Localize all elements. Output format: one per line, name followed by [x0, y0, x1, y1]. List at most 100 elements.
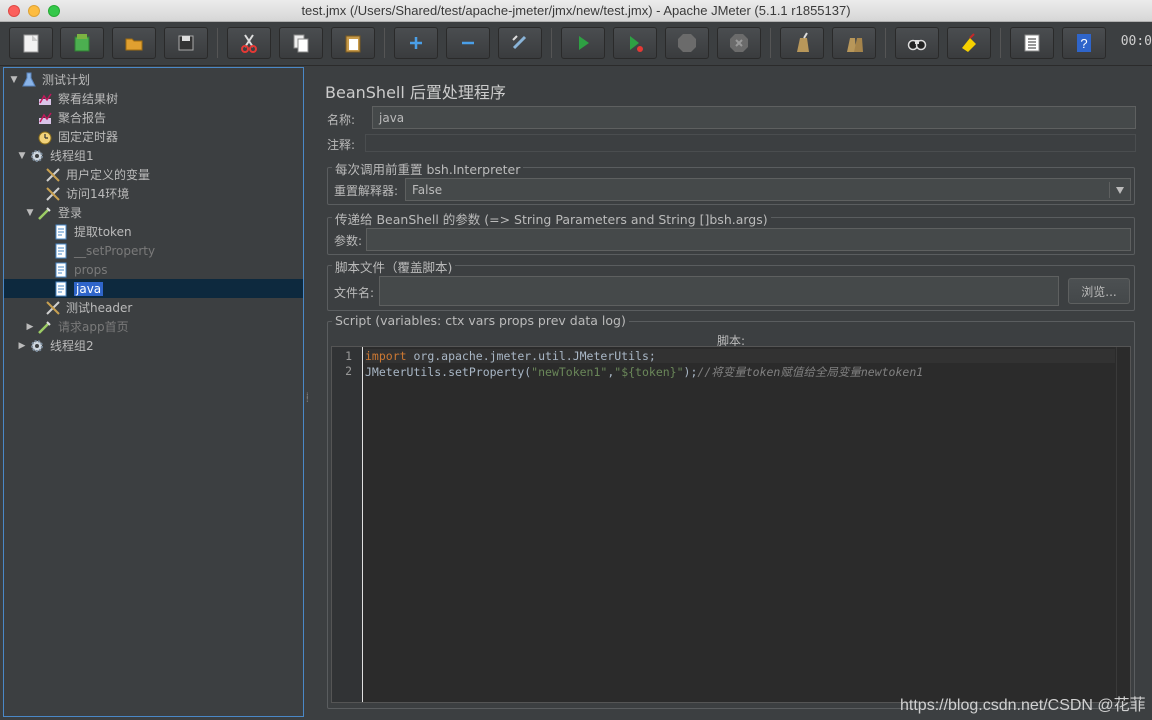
expand-all-button[interactable] [394, 27, 438, 59]
post-processor-icon [52, 224, 70, 240]
page-title: BeanShell 后置处理程序 [325, 83, 506, 102]
post-processor-icon [52, 243, 70, 259]
reset-interpreter-group: 每次调用前重置 bsh.Interpreter 重置解释器: False [327, 159, 1135, 205]
line-number: 2 [345, 364, 352, 378]
toolbar: ? 00:0 [0, 22, 1152, 66]
start-no-pause-button[interactable] [613, 27, 657, 59]
reset-interpreter-value: False [412, 182, 443, 197]
tree-item-label: 登录 [58, 206, 83, 220]
tree-item-label: 线程组1 [50, 149, 94, 163]
open-button[interactable] [112, 27, 156, 59]
collapse-all-button[interactable] [446, 27, 490, 59]
copy-icon [293, 34, 309, 53]
splitter-grip-icon[interactable]: ⁞ ⁞ [306, 392, 309, 404]
new-icon [23, 34, 39, 53]
reset-interpreter-select[interactable]: False [405, 178, 1131, 201]
reset-interpreter-group-title: 每次调用前重置 bsh.Interpreter [332, 159, 524, 178]
comment-label: 注释: [327, 138, 356, 152]
parameters-field[interactable] [366, 228, 1131, 251]
search-button[interactable] [895, 27, 939, 59]
start-button[interactable] [561, 27, 605, 59]
function-helper-button[interactable] [1010, 27, 1054, 59]
tree-item[interactable]: ▼ 测试计划 [4, 70, 303, 89]
test-plan-tree[interactable]: ▼ 测试计划察看结果树聚合报告固定定时器 ▼ 线程组1 用户定义的变量访问14环境 ▼ 登录… [3, 67, 304, 717]
new-button[interactable] [9, 27, 53, 59]
elapsed-timer: 00:0 [1120, 34, 1152, 49]
window-titlebar: test.jmx (/Users/Shared/test/apache-jmet… [0, 0, 1152, 22]
tree-item-label: 提取token [74, 225, 132, 239]
tree-item-label: java [74, 281, 104, 296]
tree-item[interactable]: 提取token [4, 222, 303, 241]
tree-item[interactable]: 聚合报告 [4, 108, 303, 127]
reset-search-button[interactable] [947, 27, 991, 59]
tree-item[interactable]: 固定定时器 [4, 127, 303, 146]
templates-button[interactable] [60, 27, 104, 59]
tree-item[interactable]: 用户定义的变量 [4, 165, 303, 184]
collapse-icon [462, 41, 474, 45]
gear-icon [28, 338, 46, 354]
code-line: JMeterUtils.setProperty("newToken1","${t… [365, 365, 924, 379]
parameters-label: 参数: [334, 234, 363, 248]
expanded-toggle-icon[interactable]: ▼ [16, 151, 28, 161]
code-line: import org.apache.jmeter.util.JMeterUtil… [365, 349, 1115, 363]
window-title: test.jmx (/Users/Shared/test/apache-jmet… [301, 3, 851, 18]
name-field[interactable]: java [372, 106, 1136, 129]
tree-item-label: 测试计划 [42, 73, 91, 87]
line-number-gutter: 1 2 [332, 347, 363, 702]
clear-button[interactable] [780, 27, 824, 59]
expanded-toggle-icon[interactable]: ▼ [8, 75, 20, 85]
tree-item-label: props [74, 262, 108, 277]
toggle-icon [512, 35, 527, 50]
post-processor-icon [52, 281, 70, 297]
script-editor[interactable]: 1 2 import org.apache.jmeter.util.JMeter… [331, 346, 1131, 703]
tree-item-label: 请求app首页 [58, 320, 129, 334]
cut-icon [241, 34, 257, 53]
start-icon [579, 36, 589, 50]
tree-item[interactable]: 访问14环境 [4, 184, 303, 203]
copy-button[interactable] [279, 27, 323, 59]
cut-button[interactable] [227, 27, 271, 59]
reset-search-icon [962, 33, 976, 52]
clear-all-icon [847, 38, 863, 52]
paste-icon [345, 35, 361, 53]
watermark: https://blog.csdn.net/CSDN @花菲菲21 [900, 697, 1146, 714]
paste-button[interactable] [331, 27, 375, 59]
config-tools-icon [44, 300, 62, 316]
tree-item-label: 聚合报告 [58, 111, 107, 125]
tree-item[interactable]: ▼ 线程组1 [4, 146, 303, 165]
listener-icon [36, 91, 54, 107]
tree-item[interactable]: ▼ 登录 [4, 203, 303, 222]
tree-item[interactable]: props [4, 260, 303, 279]
shutdown-button[interactable] [717, 27, 761, 59]
sampler-pipette-icon [36, 205, 54, 221]
tree-item[interactable]: 察看结果树 [4, 89, 303, 108]
help-button[interactable]: ? [1062, 27, 1106, 59]
collapsed-toggle-icon[interactable]: ▶ [24, 322, 36, 332]
tree-item-label: 用户定义的变量 [66, 168, 151, 182]
tree-item[interactable]: __setProperty [4, 241, 303, 260]
editor-scrollbar[interactable] [1116, 347, 1130, 702]
tree-item[interactable]: ▶ 线程组2 [4, 336, 303, 355]
tree-item[interactable]: 测试header [4, 298, 303, 317]
tree-item[interactable]: ▶ 请求app首页 [4, 317, 303, 336]
config-tools-icon [44, 186, 62, 202]
browse-button[interactable]: 浏览... [1068, 278, 1130, 304]
function-helper-icon [1024, 34, 1040, 52]
stop-button[interactable] [665, 27, 709, 59]
name-label: 名称: [327, 113, 356, 127]
expanded-toggle-icon[interactable]: ▼ [24, 208, 36, 218]
clear-all-button[interactable] [832, 27, 876, 59]
test-plan-icon [20, 72, 38, 88]
tree-item-label: 线程组2 [50, 339, 94, 353]
filename-field[interactable] [379, 276, 1059, 306]
collapsed-toggle-icon[interactable]: ▶ [16, 341, 28, 351]
comment-field[interactable] [365, 134, 1136, 152]
templates-icon [74, 34, 90, 52]
shutdown-icon [730, 34, 748, 52]
chevron-down-icon [1116, 187, 1124, 194]
tree-item-label: 察看结果树 [58, 92, 119, 106]
save-button[interactable] [164, 27, 208, 59]
script-file-group: 脚本文件（覆盖脚本) 文件名: 浏览... [327, 257, 1135, 311]
tree-item[interactable]: java [4, 279, 303, 298]
toggle-button[interactable] [498, 27, 542, 59]
